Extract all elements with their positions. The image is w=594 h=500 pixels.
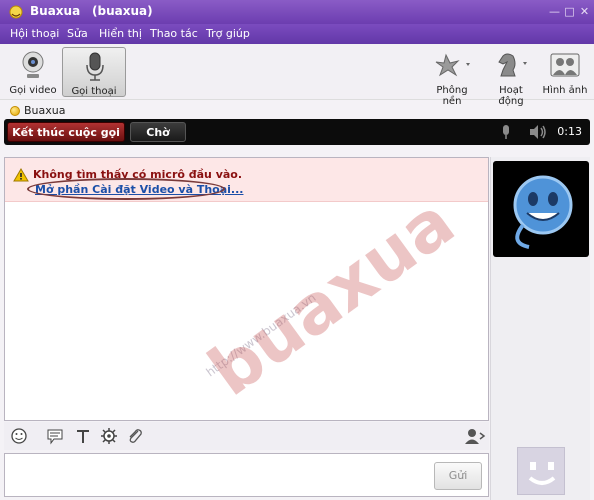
smiley-avatar-icon (513, 175, 573, 249)
call-control-bar: Kết thúc cuộc gọi Chờ 0:13 (4, 119, 590, 145)
maximize-button[interactable]: □ (563, 5, 576, 18)
close-button[interactable]: ✕ (578, 5, 591, 18)
format-toolbar (4, 422, 489, 450)
message-input[interactable]: Gửi (4, 453, 489, 497)
activities-button[interactable]: Hoạt động (486, 47, 536, 107)
menu-help[interactable]: Trợ giúp (206, 27, 250, 40)
toolbar: Gọi video Gọi thoại Phông nền Hoạt động (0, 44, 594, 107)
messenger-logo-icon (9, 5, 23, 19)
warning-icon (13, 168, 29, 182)
voice-call-button[interactable]: Gọi thoại (62, 47, 126, 97)
my-avatar (517, 447, 565, 495)
highlight-oval (27, 178, 225, 200)
hold-button[interactable]: Chờ (130, 122, 186, 142)
watermark-logo: buaxua (195, 182, 469, 412)
background-button[interactable]: Phông nền (426, 47, 478, 107)
background-label: Phông nền (436, 85, 468, 107)
video-call-label: Gọi video (9, 85, 57, 96)
text-format-icon[interactable] (74, 427, 92, 445)
contact-name: Buaxua (24, 104, 66, 117)
title-bar: Buaxua (buaxua) — □ ✕ (0, 0, 594, 24)
microphone-icon (86, 52, 104, 81)
chess-knight-icon (498, 53, 527, 77)
menu-conversation[interactable]: Hội thoại (10, 27, 59, 40)
attachment-icon[interactable] (126, 427, 144, 445)
webcam-icon (22, 51, 44, 78)
window-subtitle: (buaxua) (92, 4, 153, 18)
speech-bubble-icon[interactable] (46, 427, 64, 445)
photos-icon (550, 53, 580, 77)
status-online-icon (10, 106, 20, 116)
settings-gear-icon[interactable] (100, 427, 118, 445)
video-call-button[interactable]: Gọi video (8, 47, 58, 97)
conversation-area[interactable]: Không tìm thấy có micrô đầu vào. Mở phần… (4, 157, 489, 421)
call-timer: 0:13 (557, 125, 582, 138)
minimize-button[interactable]: — (548, 5, 561, 18)
send-button[interactable]: Gửi (434, 462, 482, 490)
background-flower-icon (435, 53, 470, 77)
side-panel (490, 157, 590, 500)
activities-label: Hoạt động (498, 85, 524, 107)
menu-edit[interactable]: Sửa (67, 27, 88, 40)
voice-call-label: Gọi thoại (71, 86, 117, 97)
contact-avatar (493, 161, 589, 257)
contact-panel-toggle-icon[interactable] (464, 427, 486, 445)
emoticon-icon[interactable] (10, 427, 28, 445)
menu-view[interactable]: Hiển thị (99, 27, 142, 40)
menu-bar: Hội thoại Sửa Hiển thị Thao tác Trợ giúp (0, 24, 594, 44)
photos-button[interactable]: Hình ảnh (542, 47, 588, 97)
mic-volume-icon[interactable] (500, 124, 512, 140)
end-call-button[interactable]: Kết thúc cuộc gọi (7, 122, 125, 142)
speaker-volume-icon[interactable] (528, 124, 548, 140)
my-avatar-smiley-icon (528, 462, 556, 485)
menu-actions[interactable]: Thao tác (150, 27, 198, 40)
photos-label: Hình ảnh (542, 85, 588, 96)
window-title: Buaxua (30, 4, 81, 18)
